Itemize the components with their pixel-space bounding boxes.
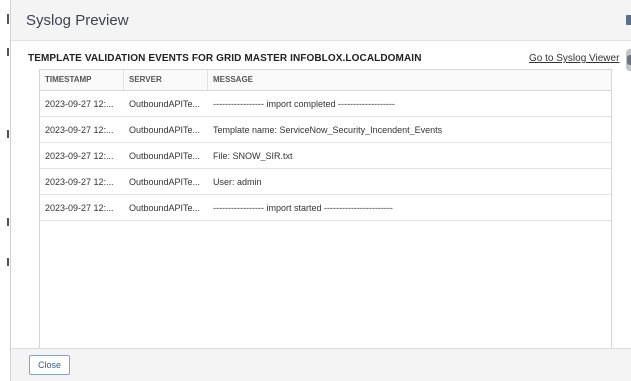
events-table: TIMESTAMP SERVER MESSAGE 2023-09-27 12:.… (39, 69, 612, 348)
table-row[interactable]: 2023-09-27 12:... OutboundAPITe... -----… (40, 91, 611, 117)
cell-message: ----------------- import started -------… (213, 202, 393, 213)
column-header-server[interactable]: SERVER (124, 70, 208, 90)
screen: Syslog Preview TEMPLATE VALIDATION EVENT… (0, 0, 631, 381)
cell-message: User: admin (213, 176, 262, 187)
close-button[interactable]: Close (29, 355, 70, 375)
go-to-syslog-viewer-link[interactable]: Go to Syslog Viewer (529, 53, 619, 64)
cell-server: OutboundAPITe... (129, 150, 201, 161)
edge-mark (7, 48, 9, 56)
cell-server: OutboundAPITe... (129, 202, 201, 213)
cell-timestamp: 2023-09-27 12:... (45, 202, 114, 213)
edge-mark (7, 258, 9, 266)
window-control-icon[interactable] (626, 15, 631, 25)
table-row[interactable]: 2023-09-27 12:... OutboundAPITe... File:… (40, 143, 611, 169)
panel-heading: TEMPLATE VALIDATION EVENTS FOR GRID MAST… (28, 53, 422, 64)
cell-timestamp: 2023-09-27 12:... (45, 124, 114, 135)
cell-server: OutboundAPITe... (129, 176, 201, 187)
dialog-title: Syslog Preview (26, 12, 129, 29)
table-row[interactable]: 2023-09-27 12:... OutboundAPITe... -----… (40, 195, 611, 221)
cell-message: Template name: ServiceNow_Security_Incen… (213, 124, 443, 135)
background-window-edge (0, 0, 10, 381)
edge-mark (7, 130, 9, 138)
cell-message: File: SNOW_SIR.txt (213, 150, 293, 161)
dialog-titlebar: Syslog Preview (11, 0, 631, 41)
side-panel-handle-icon[interactable] (626, 49, 631, 71)
cell-timestamp: 2023-09-27 12:... (45, 98, 114, 109)
table-header: TIMESTAMP SERVER MESSAGE (40, 70, 611, 91)
dialog-footer: Close (11, 348, 631, 381)
syslog-preview-dialog: Syslog Preview TEMPLATE VALIDATION EVENT… (10, 0, 631, 381)
cell-timestamp: 2023-09-27 12:... (45, 150, 114, 161)
cell-server: OutboundAPITe... (129, 124, 201, 135)
column-header-message[interactable]: MESSAGE (208, 70, 611, 90)
table-row[interactable]: 2023-09-27 12:... OutboundAPITe... User:… (40, 169, 611, 195)
cell-server: OutboundAPITe... (129, 98, 201, 109)
table-row[interactable]: 2023-09-27 12:... OutboundAPITe... Templ… (40, 117, 611, 143)
edge-mark (7, 218, 9, 226)
column-header-timestamp[interactable]: TIMESTAMP (40, 70, 124, 90)
cell-message: ----------------- import completed -----… (213, 98, 395, 109)
cell-timestamp: 2023-09-27 12:... (45, 176, 114, 187)
edge-mark (7, 14, 9, 24)
dialog-body: TEMPLATE VALIDATION EVENTS FOR GRID MAST… (11, 41, 631, 348)
